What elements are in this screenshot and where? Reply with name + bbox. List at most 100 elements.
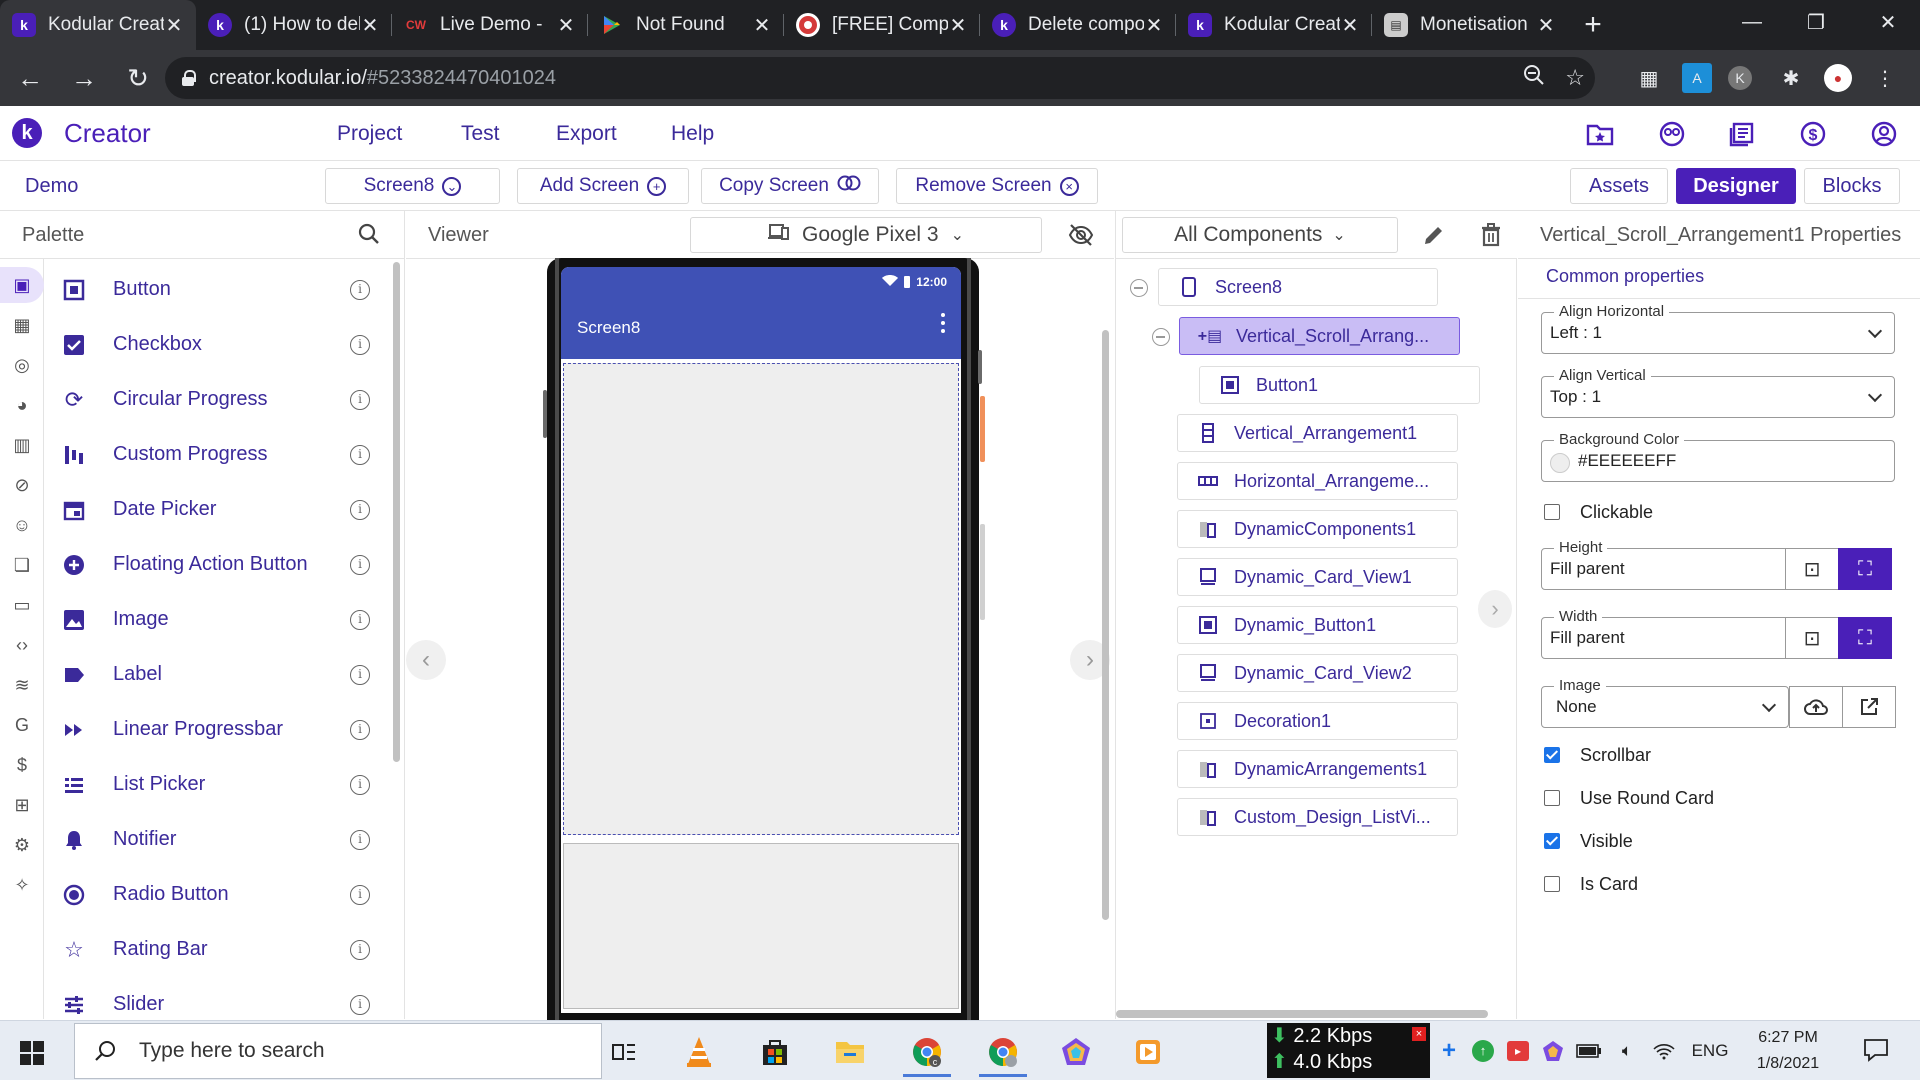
fullscreen-icon[interactable]: ⛶ — [1838, 548, 1892, 590]
chevron-left-icon[interactable]: ‹ — [406, 640, 446, 680]
category-settings-icon[interactable]: ⚙ — [0, 827, 44, 863]
is-card-checkbox[interactable]: Is Card — [1544, 872, 1638, 896]
browser-tab[interactable]: ▤ Monetisation ✕ — [1372, 0, 1568, 50]
taskbar-clock[interactable]: 6:27 PM 1/8/2021 — [1738, 1025, 1838, 1077]
info-icon[interactable]: i — [350, 719, 370, 740]
palette-item-floating-action-button[interactable]: Floating Action Button i — [45, 537, 395, 592]
menu-export[interactable]: Export — [556, 106, 617, 161]
browser-tab[interactable]: k Kodular Creator ✕ — [0, 0, 196, 50]
clickable-checkbox[interactable]: Clickable — [1544, 500, 1653, 524]
palette-item-linear-progressbar[interactable]: Linear Progressbar i — [45, 702, 395, 757]
tree-node-dynamic-card-view2[interactable]: Dynamic_Card_View2 — [1177, 654, 1458, 692]
emoji-icon[interactable] — [1656, 118, 1688, 150]
viewer-scrollbar[interactable] — [1102, 330, 1109, 920]
vertical-scroll-arrangement-preview[interactable] — [563, 363, 959, 835]
tree-node-custom-design-listview[interactable]: Custom_Design_ListVi... — [1177, 798, 1458, 836]
notifications-icon[interactable] — [1856, 1035, 1896, 1065]
tray-app-icon[interactable]: ▸ — [1505, 1036, 1531, 1066]
category-utilities-icon[interactable]: ▭ — [0, 587, 44, 623]
browser-tab[interactable]: Not Found ✕ — [588, 0, 784, 50]
chrome-icon[interactable] — [973, 1027, 1033, 1077]
tree-node-screen8[interactable]: Screen8 — [1158, 268, 1438, 306]
zoom-icon[interactable] — [1523, 64, 1545, 92]
palette-item-circular-progress[interactable]: ⟳ Circular Progress i — [45, 372, 395, 427]
video-player-icon[interactable] — [1118, 1027, 1178, 1077]
info-icon[interactable]: i — [350, 939, 370, 960]
back-icon[interactable]: ← — [6, 54, 54, 102]
document-list-icon[interactable] — [1726, 118, 1758, 150]
restore-button[interactable]: ❐ — [1786, 0, 1846, 44]
category-google-icon[interactable]: G — [0, 707, 44, 743]
arrangement-preview[interactable] — [563, 843, 959, 1009]
bookmark-star-icon[interactable]: ☆ — [1565, 65, 1585, 91]
height-field[interactable]: Height Fill parent ⊡ ⛶ — [1541, 539, 1892, 590]
visible-checkbox[interactable]: Visible — [1544, 829, 1633, 853]
palette-item-label[interactable]: Label i — [45, 647, 395, 702]
info-icon[interactable]: i — [350, 609, 370, 630]
browser-tab[interactable]: k Kodular Creator ✕ — [1176, 0, 1372, 50]
info-icon[interactable]: i — [350, 389, 370, 410]
category-media-icon[interactable]: ◎ — [0, 347, 44, 383]
search-icon[interactable] — [358, 223, 380, 245]
blocks-button[interactable]: Blocks — [1804, 168, 1900, 204]
close-tab-icon[interactable]: ✕ — [752, 13, 772, 38]
category-layout-icon[interactable]: ▦ — [0, 307, 44, 343]
width-field[interactable]: Width Fill parent ⊡ ⛶ — [1541, 608, 1892, 659]
focus-screenshot-icon[interactable]: ⊡ — [1785, 548, 1839, 590]
checkbox[interactable] — [1544, 504, 1560, 520]
close-tab-icon[interactable]: ✕ — [556, 13, 576, 38]
tray-app-icon[interactable] — [1540, 1036, 1566, 1066]
screen-select[interactable]: Screen8 ⌄ — [325, 168, 500, 204]
store-icon[interactable] — [745, 1027, 805, 1077]
info-icon[interactable]: i — [350, 444, 370, 465]
close-tab-icon[interactable]: ✕ — [1144, 13, 1164, 38]
designer-button[interactable]: Designer — [1676, 168, 1796, 204]
tree-node-dynamic-arrangements1[interactable]: DynamicArrangements1 — [1177, 750, 1458, 788]
tree-node-dynamic-button1[interactable]: Dynamic_Button1 — [1177, 606, 1458, 644]
language-indicator[interactable]: ENG — [1688, 1036, 1732, 1066]
volume-icon[interactable]: 🔈︎ — [1613, 1036, 1641, 1066]
wifi-icon[interactable] — [1650, 1036, 1678, 1066]
checkbox[interactable] — [1544, 747, 1560, 763]
checkbox[interactable] — [1544, 876, 1560, 892]
puzzle-icon[interactable]: ✱ — [1776, 63, 1806, 93]
browser-tab[interactable]: CW Live Demo - ✕ — [392, 0, 588, 50]
info-icon[interactable]: i — [350, 334, 370, 355]
chrome-profile-icon[interactable]: c — [897, 1027, 957, 1077]
background-color-field[interactable]: Background Color #EEEEEEFF — [1541, 431, 1895, 482]
palette-item-list-picker[interactable]: List Picker i — [45, 757, 395, 812]
palette-item-slider[interactable]: Slider i — [45, 977, 395, 1019]
category-storage-icon[interactable]: ❏ — [0, 547, 44, 583]
hidden-components-toggle-icon[interactable] — [1068, 223, 1094, 247]
extension-icon[interactable]: A — [1682, 63, 1712, 93]
tree-node-dynamic-card-view1[interactable]: Dynamic_Card_View1 — [1177, 558, 1458, 596]
avatar[interactable]: ● — [1824, 64, 1852, 92]
close-tab-icon[interactable]: ✕ — [1536, 13, 1556, 38]
info-icon[interactable]: i — [350, 664, 370, 685]
battery-icon[interactable] — [1575, 1036, 1603, 1066]
browser-tab[interactable]: [FREE] Compo ✕ — [784, 0, 980, 50]
chevron-right-icon[interactable]: › — [1478, 590, 1512, 628]
close-tab-icon[interactable]: ✕ — [360, 13, 380, 38]
close-window-button[interactable]: ✕ — [1858, 0, 1918, 44]
plus-tray-icon[interactable]: + — [1435, 1036, 1463, 1066]
tree-node-vertical-scroll-arrangement[interactable]: +▤ Vertical_Scroll_Arrang... — [1179, 317, 1460, 355]
palette-item-notifier[interactable]: Notifier i — [45, 812, 395, 867]
add-screen-button[interactable]: Add Screen + — [517, 168, 689, 204]
profile-k-icon[interactable]: K — [1728, 66, 1752, 90]
tree-node-dynamic-components1[interactable]: DynamicComponents1 — [1177, 510, 1458, 548]
components-scrollbar[interactable] — [1116, 1010, 1488, 1018]
info-icon[interactable]: i — [350, 884, 370, 905]
category-maps-icon[interactable]: ▥ — [0, 427, 44, 463]
info-icon[interactable]: i — [350, 499, 370, 520]
vlc-icon[interactable] — [669, 1027, 729, 1077]
palette-item-image[interactable]: Image i — [45, 592, 395, 647]
copy-screen-button[interactable]: Copy Screen — [701, 168, 879, 204]
checkbox[interactable] — [1544, 833, 1560, 849]
image-select[interactable]: Image None — [1541, 677, 1896, 728]
align-horizontal-select[interactable]: Align Horizontal Left : 1 — [1541, 303, 1895, 354]
palette-item-button[interactable]: Button i — [45, 262, 395, 317]
properties-section-title[interactable]: Common properties — [1546, 266, 1704, 287]
category-user-interface-icon[interactable]: ▣ — [0, 267, 44, 303]
collapse-icon[interactable] — [1152, 328, 1170, 346]
